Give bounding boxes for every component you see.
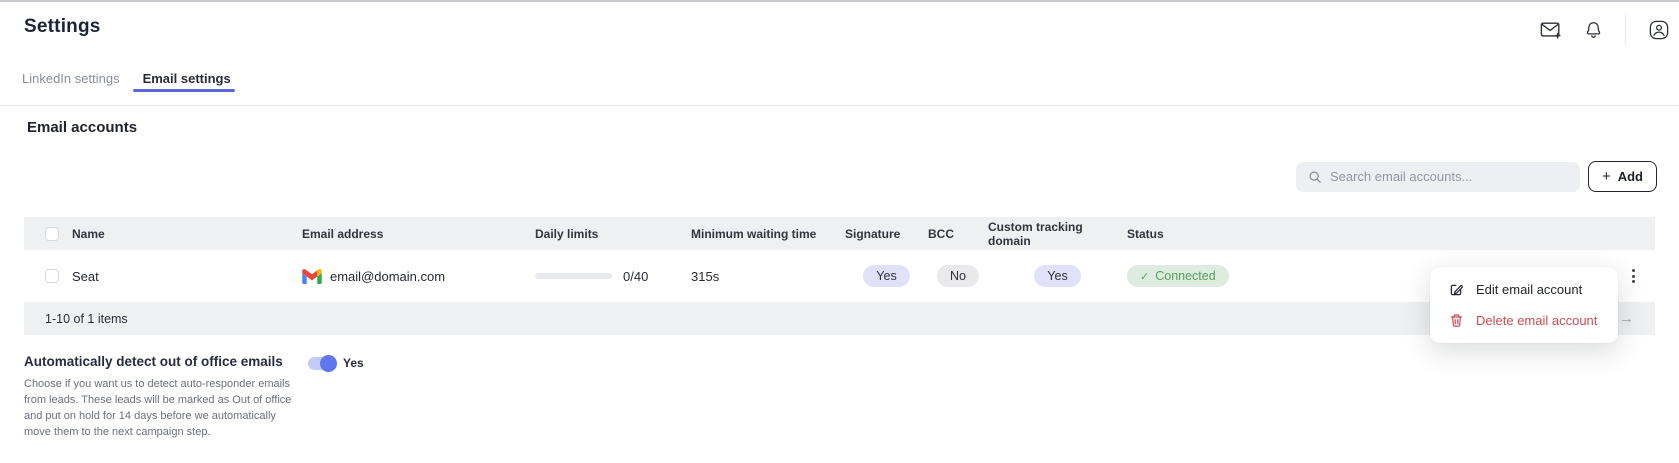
section-title-email-accounts: Email accounts <box>27 119 137 136</box>
account-avatar-icon[interactable] <box>1649 20 1669 40</box>
settings-page: Settings <box>0 0 1679 463</box>
column-header-status: Status <box>1127 227 1611 241</box>
toggle-knob <box>320 355 337 372</box>
add-email-account-button[interactable]: + Add <box>1588 161 1657 192</box>
search-input[interactable] <box>1330 169 1568 184</box>
table-footer: 1-10 of 1 items → <box>24 302 1655 335</box>
next-page-arrow-icon[interactable]: → <box>1619 310 1634 327</box>
row-min-waiting-time: 315s <box>691 269 845 284</box>
daily-limits-value: 0/40 <box>623 269 648 284</box>
out-of-office-section: Automatically detect out of office email… <box>24 354 454 441</box>
toggle-track <box>308 357 335 370</box>
row-email-address: email@domain.com <box>330 269 445 284</box>
edit-email-account-menu-item[interactable]: Edit email account <box>1430 274 1618 305</box>
tab-email-settings[interactable]: Email settings <box>143 58 231 105</box>
pencil-edit-icon <box>1449 282 1464 297</box>
toggle-state-label: Yes <box>343 356 364 370</box>
email-accounts-toolbar: + Add <box>1296 161 1657 192</box>
table-header-row: Name Email address Daily limits Minimum … <box>24 217 1655 250</box>
out-of-office-description: Choose if you want us to detect auto-res… <box>24 377 294 441</box>
out-of-office-title: Automatically detect out of office email… <box>24 354 454 369</box>
out-of-office-toggle[interactable]: Yes <box>308 356 364 370</box>
check-icon: ✓ <box>1140 270 1149 283</box>
column-header-bcc: BCC <box>928 227 988 241</box>
pagination-count: 1-10 of 1 items <box>45 312 128 326</box>
select-all-checkbox[interactable] <box>45 227 59 241</box>
trash-delete-icon <box>1449 313 1464 328</box>
row-name: Seat <box>72 269 302 284</box>
status-badge-label: Connected <box>1155 269 1215 283</box>
email-accounts-table: Name Email address Daily limits Minimum … <box>24 217 1655 335</box>
add-button-label: Add <box>1618 169 1643 184</box>
page-title: Settings <box>24 16 101 38</box>
column-header-name: Name <box>72 227 302 241</box>
gmail-icon <box>302 269 322 284</box>
column-header-custom-tracking-domain: Custom tracking domain <box>988 220 1127 248</box>
row-checkbox[interactable] <box>45 269 59 283</box>
bcc-badge: No <box>937 265 979 287</box>
custom-tracking-domain-badge: Yes <box>1034 265 1080 287</box>
table-row: Seat email@domain.com 0/40 315s <box>24 250 1655 302</box>
edit-menu-item-label: Edit email account <box>1476 282 1582 297</box>
topbar-divider <box>1625 15 1626 45</box>
topbar-actions <box>1540 2 1669 58</box>
column-header-daily-limits: Daily limits <box>535 227 691 241</box>
delete-menu-item-label: Delete email account <box>1476 313 1597 328</box>
column-header-signature: Signature <box>845 227 928 241</box>
signature-badge: Yes <box>863 265 909 287</box>
notifications-bell-icon[interactable] <box>1585 20 1602 40</box>
column-header-email-address: Email address <box>302 227 535 241</box>
status-badge: ✓ Connected <box>1127 265 1229 287</box>
search-box <box>1296 162 1580 192</box>
plus-icon: + <box>1602 168 1611 185</box>
daily-limits-progress-bar <box>535 273 612 279</box>
compose-email-icon[interactable] <box>1540 20 1562 40</box>
row-kebab-menu-icon[interactable] <box>1628 265 1639 287</box>
settings-tabs: LinkedIn settings Email settings <box>0 58 1679 106</box>
delete-email-account-menu-item[interactable]: Delete email account <box>1430 305 1618 336</box>
tab-linkedin-settings[interactable]: LinkedIn settings <box>22 58 120 105</box>
row-context-menu: Edit email account Delete email account <box>1430 267 1618 343</box>
search-icon <box>1308 170 1322 184</box>
column-header-minimum-waiting-time: Minimum waiting time <box>691 227 845 241</box>
